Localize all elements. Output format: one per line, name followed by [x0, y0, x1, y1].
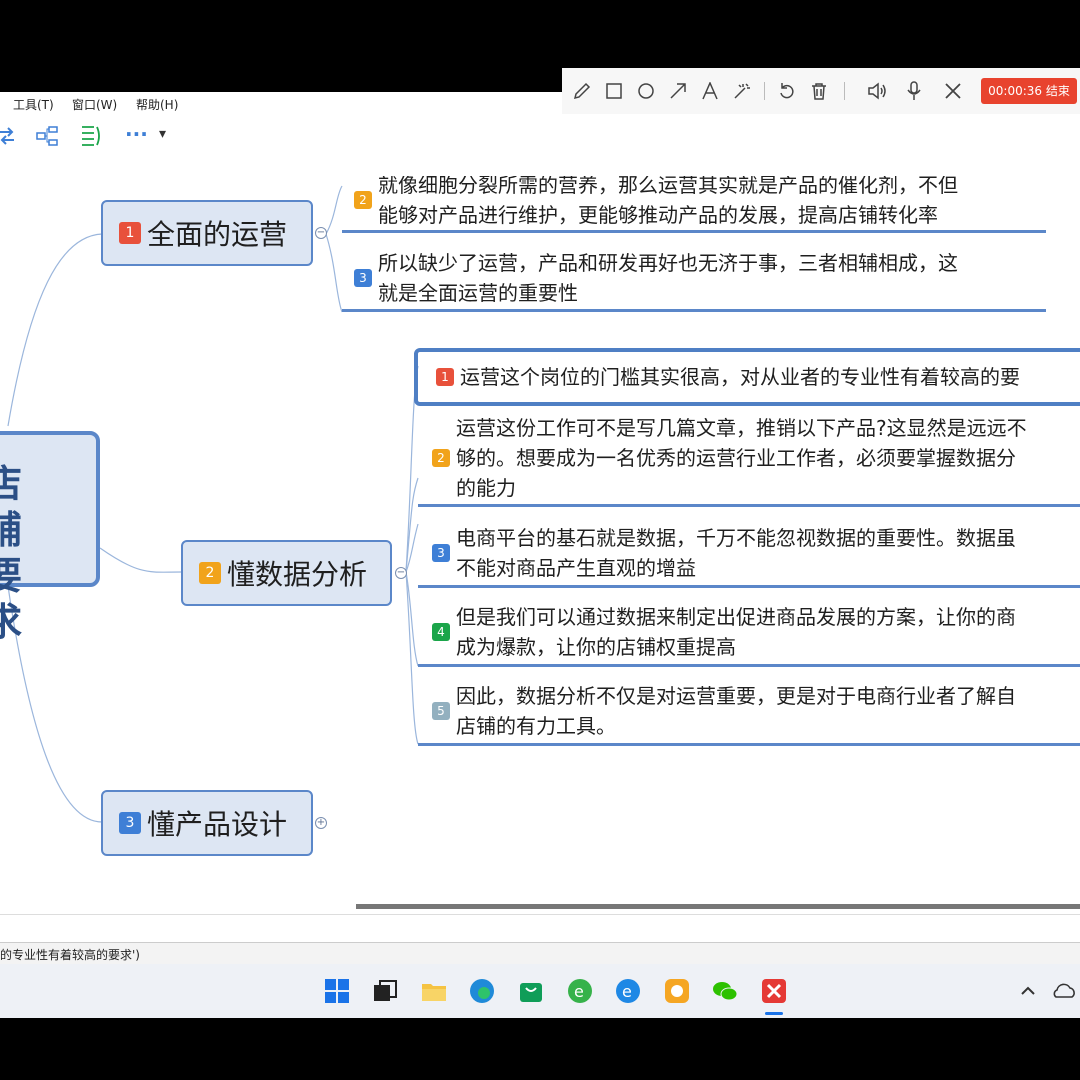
priority-badge: 3 — [432, 544, 450, 562]
arrow-icon[interactable] — [663, 76, 693, 106]
topic-product-design[interactable]: 3 懂产品设计 — [101, 790, 313, 856]
topic-data-analysis[interactable]: 2 懂数据分析 — [181, 540, 392, 606]
central-topic-line2: 要求 — [0, 554, 23, 644]
chevron-down-icon[interactable]: ▾ — [159, 126, 166, 142]
speaker-icon[interactable] — [862, 76, 892, 106]
relationship-icon[interactable] — [0, 126, 16, 146]
subtopic-line: 运营这个岗位的门槛其实很高，对从业者的专业性有着较高的要 — [460, 365, 1020, 389]
subtopic-selected[interactable]: 1 运营这个岗位的门槛其实很高，对从业者的专业性有着较高的要 — [414, 348, 1080, 406]
collapse-toggle-icon[interactable]: − — [315, 227, 327, 239]
priority-badge: 3 — [354, 269, 372, 287]
file-explorer-icon[interactable] — [420, 977, 448, 1005]
priority-badge: 1 — [436, 368, 454, 386]
subtopic-line: 就像细胞分裂所需的营养，那么运营其实就是产品的催化剂，不但 — [378, 176, 958, 197]
expand-toggle-icon[interactable]: + — [315, 817, 327, 829]
stop-recording-button[interactable]: 00:00:36 结束 — [981, 78, 1077, 104]
subtopic-line: 成为爆款，让你的店铺权重提高 — [456, 635, 736, 659]
subtopic-line: 不能对商品产生直观的增益 — [456, 556, 696, 580]
subtopic[interactable]: 3 电商平台的基石就是数据，千万不能忽视数据的重要性。数据虽 不能对商品产生直观… — [432, 522, 1080, 584]
ie-icon[interactable]: e — [614, 977, 642, 1005]
microphone-icon[interactable] — [899, 76, 929, 106]
topic-label: 全面的运营 — [147, 218, 288, 251]
subtopic-underline — [418, 664, 1080, 667]
topic-comprehensive-operation[interactable]: 1 全面的运营 — [101, 200, 313, 266]
subtopic-line: 够的。想要成为一名优秀的运营行业工作者，必须要掌握数据分 — [456, 446, 1016, 470]
priority-badge: 2 — [354, 191, 372, 209]
subtopic-line: 电商平台的基石就是数据，千万不能忽视数据的重要性。数据虽 — [456, 526, 1016, 550]
subtopic[interactable]: 2 就像细胞分裂所需的营养，那么运营其实就是产品的催化剂，不但 能够对产品进行维… — [354, 176, 1054, 232]
rectangle-icon[interactable] — [599, 76, 629, 106]
text-icon[interactable] — [695, 76, 725, 106]
subtopic[interactable]: 5 因此，数据分析不仅是对运营重要，更是对于电商行业者了解自 店铺的有力工具。 — [432, 680, 1080, 742]
windows-start-icon[interactable] — [323, 977, 351, 1005]
menu-window[interactable]: 窗口(W) — [72, 96, 117, 113]
browser-icon[interactable]: e — [566, 977, 594, 1005]
topic-label: 懂产品设计 — [147, 808, 288, 841]
wps-icon[interactable] — [663, 977, 691, 1005]
cloud-icon[interactable] — [1050, 977, 1078, 1005]
subtopic-underline — [418, 585, 1080, 588]
active-app-indicator — [765, 1012, 783, 1015]
undo-icon[interactable] — [772, 76, 802, 106]
priority-badge: 5 — [432, 702, 450, 720]
close-icon[interactable] — [938, 76, 968, 106]
central-topic[interactable]: 店铺 要求 — [0, 431, 100, 644]
subtopic-line: 但是我们可以通过数据来制定出促进商品发展的方案，让你的商 — [456, 605, 1016, 629]
xmind-icon[interactable] — [760, 977, 788, 1005]
central-topic-line1: 店铺 — [0, 462, 23, 552]
edge-icon[interactable] — [468, 977, 496, 1005]
subtopic-line: 运营这份工作可不是写几篇文章，推销以下产品?这显然是远远不 — [456, 416, 1027, 440]
subtopic[interactable]: 4 但是我们可以通过数据来制定出促进商品发展的方案，让你的商 成为爆款，让你的店… — [432, 601, 1080, 663]
toolbar-divider — [0, 158, 1080, 177]
priority-badge: 2 — [199, 562, 221, 584]
priority-badge: 1 — [119, 222, 141, 244]
toolbar-separator — [844, 82, 845, 100]
subtopic-underline — [342, 230, 1046, 233]
taskbar: e e — [0, 964, 1080, 1018]
toolbar: ··· ▾ — [0, 114, 1080, 158]
svg-text:e: e — [574, 982, 584, 1001]
horizontal-scrollbar[interactable] — [356, 904, 1080, 909]
status-text: 的专业性有着较高的要求') — [0, 948, 140, 962]
pencil-icon[interactable] — [567, 76, 597, 106]
subtopic-line: 就是全面运营的重要性 — [378, 281, 578, 305]
subtopic-underline — [418, 743, 1080, 746]
wechat-icon[interactable] — [711, 977, 739, 1005]
menu-help[interactable]: 帮助(H) — [136, 96, 178, 113]
priority-badge: 2 — [432, 449, 450, 467]
magic-wand-icon[interactable] — [727, 76, 757, 106]
recording-toolbar: 00:00:36 结束 — [562, 68, 1080, 114]
subtopic[interactable]: 2 运营这份工作可不是写几篇文章，推销以下产品?这显然是远远不 够的。想要成为一… — [432, 412, 1080, 504]
structure-icon[interactable] — [36, 126, 58, 146]
status-bar: 的专业性有着较高的要求') — [0, 942, 1080, 966]
trash-icon[interactable] — [804, 76, 834, 106]
menu-tools[interactable]: 工具(T) — [13, 96, 54, 113]
subtopic-line: 能够对产品进行维护，更能够推动产品的发展，提高店铺转化率 — [378, 203, 938, 227]
horizontal-scroll-area — [0, 914, 1080, 943]
priority-badge: 4 — [432, 623, 450, 641]
task-view-icon[interactable] — [371, 977, 399, 1005]
collapse-toggle-icon[interactable]: − — [395, 567, 407, 579]
subtopic-line: 所以缺少了运营，产品和研发再好也无济于事，三者相辅相成，这 — [378, 251, 958, 275]
chevron-up-icon[interactable] — [1014, 977, 1042, 1005]
circle-icon[interactable] — [631, 76, 661, 106]
subtopic[interactable]: 3 所以缺少了运营，产品和研发再好也无济于事，三者相辅相成，这 就是全面运营的重… — [354, 246, 1054, 310]
menu-bar: 工具(T) 窗口(W) 帮助(H) — [0, 92, 562, 114]
svg-text:e: e — [622, 982, 632, 1001]
subtopic-line: 店铺的有力工具。 — [456, 714, 616, 738]
more-icon[interactable]: ··· — [125, 122, 148, 146]
store-icon[interactable] — [517, 977, 545, 1005]
priority-badge: 3 — [119, 812, 141, 834]
topic-label: 懂数据分析 — [227, 558, 368, 591]
outline-icon[interactable] — [80, 124, 102, 148]
mindmap-canvas[interactable]: 店铺 要求 1 全面的运营 − 2 就像细胞分裂所需的营养，那么运营其实就是产品… — [0, 176, 1080, 914]
toolbar-separator — [764, 82, 765, 100]
subtopic-line: 因此，数据分析不仅是对运营重要，更是对于电商行业者了解自 — [456, 684, 1016, 708]
subtopic-underline — [342, 309, 1046, 312]
subtopic-underline — [418, 504, 1080, 507]
subtopic-line: 的能力 — [456, 476, 516, 500]
